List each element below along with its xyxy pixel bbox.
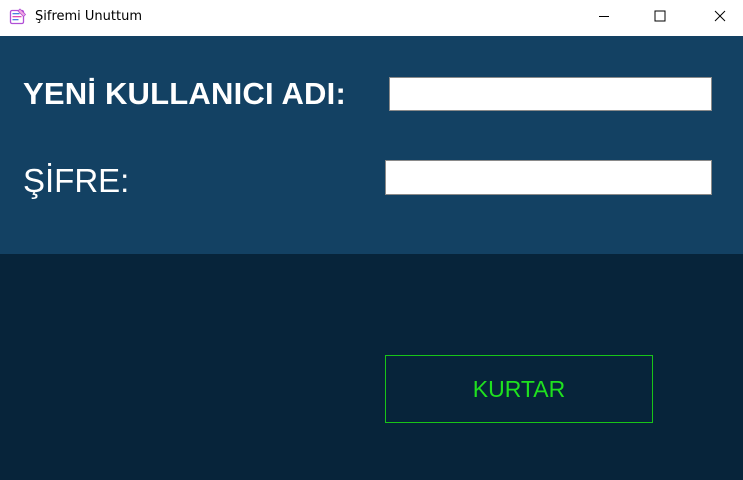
password-input[interactable] — [385, 160, 712, 195]
minimize-button[interactable] — [581, 0, 627, 36]
form-app-icon — [9, 8, 27, 26]
maximize-icon — [654, 9, 666, 27]
credentials-panel: YENİ KULLANICI ADI: ŞİFRE: — [0, 36, 743, 254]
minimize-icon — [598, 9, 610, 27]
close-button[interactable] — [697, 0, 743, 36]
action-panel: KURTAR — [0, 254, 743, 480]
password-label: ŞİFRE: — [23, 162, 130, 199]
recover-button-label: KURTAR — [472, 375, 566, 402]
forgot-password-window: Şifremi Unuttum YENİ KULLANICI ADI: ŞİFR… — [0, 0, 743, 480]
title-bar[interactable]: Şifremi Unuttum — [0, 0, 743, 36]
close-icon — [714, 9, 726, 27]
new-username-input[interactable] — [389, 77, 712, 111]
maximize-button[interactable] — [637, 0, 683, 36]
window-title: Şifremi Unuttum — [35, 9, 142, 24]
recover-button[interactable]: KURTAR — [385, 355, 653, 423]
new-username-label: YENİ KULLANICI ADI: — [23, 76, 346, 111]
